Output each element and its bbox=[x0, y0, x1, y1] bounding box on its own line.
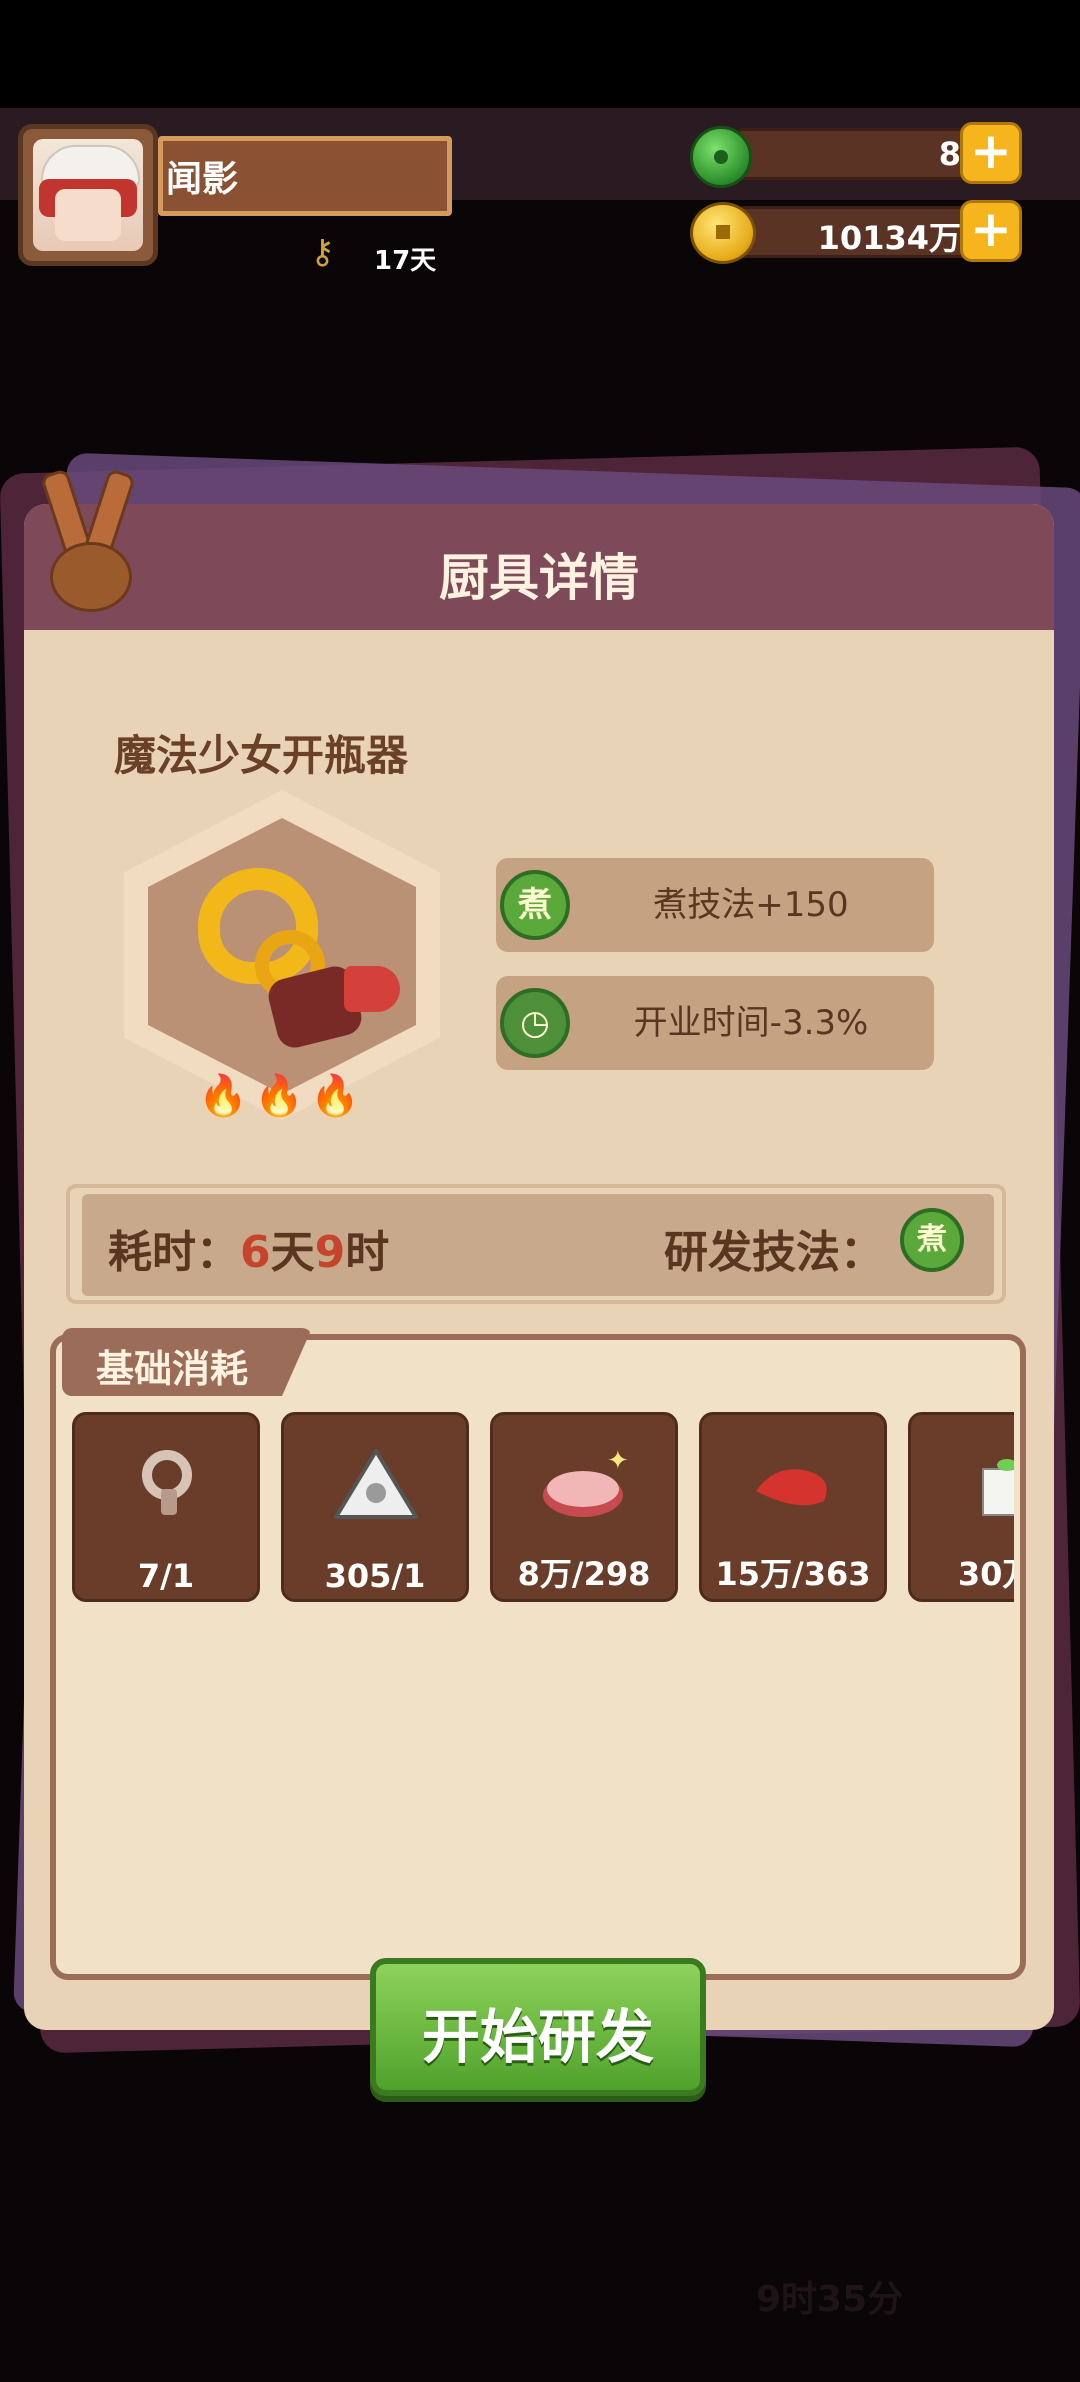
material-count: 8万/298 bbox=[517, 1555, 651, 1593]
fire-icon: 🔥 bbox=[310, 1073, 360, 1119]
material-card[interactable]: 305/1 bbox=[281, 1412, 469, 1602]
tofu-icon bbox=[982, 1459, 1014, 1516]
duration-hours: 9 bbox=[314, 1227, 346, 1278]
avatar[interactable] bbox=[18, 124, 158, 266]
material-count: 15万/363 bbox=[715, 1555, 871, 1593]
jade-count: 8 bbox=[938, 135, 961, 173]
duration-hour-unit: 时 bbox=[345, 1227, 390, 1278]
material-card[interactable]: ✦ 8万/298 bbox=[490, 1412, 678, 1602]
avatar-skin bbox=[55, 189, 121, 241]
material-card[interactable]: 30万/ bbox=[908, 1412, 1014, 1602]
steak-icon: ✦ bbox=[543, 1446, 629, 1517]
player-days: 17天 bbox=[374, 246, 437, 276]
bottle-opener-bow bbox=[344, 966, 400, 1012]
player-name: 闻影 bbox=[166, 159, 239, 200]
rice-ball-icon bbox=[334, 1449, 418, 1519]
boil-skill-icon: 煮 bbox=[900, 1208, 964, 1272]
jade-icon bbox=[690, 126, 752, 188]
materials-list[interactable]: 7/1 305/1 ✦ 8万/298 15万/363 30万/ bbox=[70, 1410, 1014, 1606]
close-icon-base bbox=[50, 542, 132, 612]
duration-label: 耗时：6天9时 bbox=[108, 1216, 389, 1280]
material-count: 7/1 bbox=[137, 1557, 195, 1595]
duration-day-unit: 天 bbox=[270, 1227, 315, 1278]
background-timer: 9时35分 bbox=[756, 2279, 904, 2320]
boil-skill-icon: 煮 bbox=[500, 870, 570, 940]
coin-icon bbox=[690, 202, 756, 264]
attribute-text: 煮技法+150 bbox=[653, 885, 849, 925]
materials-title: 基础消耗 bbox=[96, 1347, 249, 1391]
avatar-face bbox=[33, 139, 143, 251]
coin-count: 10134万 bbox=[817, 219, 961, 257]
close-button[interactable] bbox=[39, 468, 137, 612]
fire-icon: 🔥 bbox=[254, 1073, 304, 1119]
attribute-text: 开业时间-3.3% bbox=[633, 1003, 869, 1043]
material-count: 305/1 bbox=[324, 1557, 426, 1595]
add-coins-button[interactable]: + bbox=[960, 200, 1022, 262]
start-research-label: 开始研发 bbox=[421, 2003, 654, 2071]
material-card[interactable]: 15万/363 bbox=[699, 1412, 887, 1602]
key-icon: ⚷ bbox=[310, 232, 335, 272]
attribute-row: 煮 煮技法+150 bbox=[496, 858, 934, 952]
attribute-row: ◷ 开业时间-3.3% bbox=[496, 976, 934, 1070]
add-jade-button[interactable]: + bbox=[960, 122, 1022, 184]
duration-days: 6 bbox=[240, 1227, 271, 1278]
research-skill-label: 研发技法： bbox=[664, 1227, 884, 1278]
ring-icon bbox=[142, 1450, 192, 1515]
raw-meat-icon bbox=[756, 1469, 827, 1506]
material-count: 30万/ bbox=[957, 1555, 1014, 1593]
panel-title: 厨具详情 bbox=[439, 549, 639, 607]
duration-prefix: 耗时： bbox=[108, 1227, 240, 1278]
clock-icon: ◷ bbox=[500, 988, 570, 1058]
svg-text:✦: ✦ bbox=[607, 1446, 629, 1476]
fire-icon: 🔥 bbox=[198, 1073, 248, 1119]
material-card[interactable]: 7/1 bbox=[72, 1412, 260, 1602]
item-name: 魔法少女开瓶器 bbox=[114, 731, 409, 780]
